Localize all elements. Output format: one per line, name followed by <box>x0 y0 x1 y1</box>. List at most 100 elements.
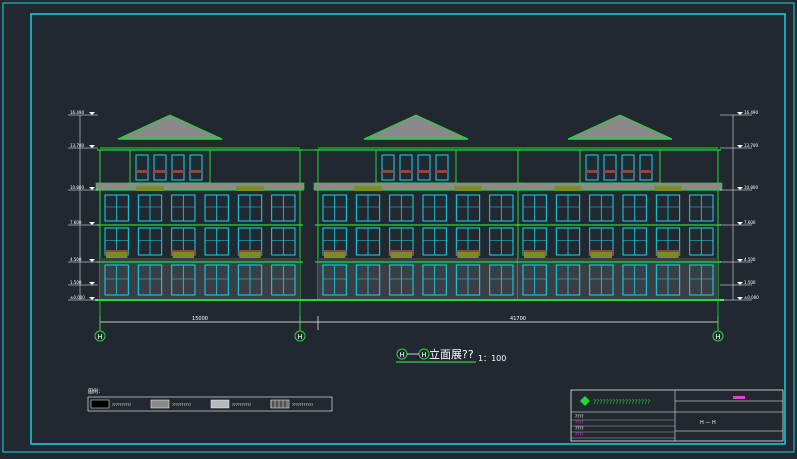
elev-marker-icon <box>737 187 743 190</box>
planter <box>390 252 412 258</box>
legend-label: ?????????? <box>112 403 131 407</box>
attic-panel <box>640 170 652 173</box>
elev-label-left: 13.700 <box>70 143 84 148</box>
planter <box>236 186 264 191</box>
attic-panel <box>586 170 598 173</box>
planter <box>590 252 612 258</box>
planter <box>136 186 164 191</box>
planter <box>657 252 679 258</box>
building-elevation: 16.490 13.700 10.800 7.600 4.500 1.500 ±0.000 1… <box>68 110 759 301</box>
elev-marker-icon <box>89 187 95 190</box>
planter <box>554 186 582 191</box>
bottom-dimension: 15000 41700 <box>99 316 719 330</box>
tb-row-text: ???? <box>575 414 584 419</box>
elev-marker-icon <box>89 145 95 148</box>
legend-title: 图例： <box>88 388 103 395</box>
ground-masonry <box>318 258 518 300</box>
attic-panel <box>382 170 394 173</box>
elev-marker-icon <box>89 297 95 300</box>
company-name: ?????????????????? <box>593 399 650 406</box>
attic-window <box>585 154 599 181</box>
elev-label-right: 10.800 <box>744 185 758 190</box>
attic-panel <box>604 170 616 173</box>
dim-left-total: 15000 <box>192 316 208 322</box>
legend-swatch <box>90 399 110 409</box>
axis-label-right: H <box>715 333 720 341</box>
planter <box>354 186 382 191</box>
attic-window <box>189 154 203 181</box>
legend: 图例： ????????????????????????????????????… <box>87 388 333 412</box>
title-block: ?????????????????? H — H ???????????????… <box>570 389 784 442</box>
building-unit-2 <box>313 114 523 301</box>
ground-masonry <box>100 258 300 300</box>
tb-row-text: ???? <box>575 426 584 431</box>
attic-panel <box>190 170 202 173</box>
elev-label-left: 16.490 <box>70 110 84 115</box>
inner-frame <box>30 13 786 445</box>
attic-panel <box>400 170 412 173</box>
attic-panel <box>418 170 430 173</box>
drawing-number: H — H <box>700 420 716 426</box>
ground-masonry <box>518 258 718 300</box>
magenta-mark <box>733 396 745 399</box>
gable-roof <box>117 114 223 140</box>
attic-window <box>171 154 185 181</box>
tb-row-text: ???? <box>575 432 584 437</box>
elev-marker-icon <box>89 259 95 262</box>
attic-window <box>639 154 653 181</box>
axis-markers: H H H <box>94 300 724 342</box>
title-scale: 1：100 <box>478 354 506 363</box>
elev-label-left: ±0.000 <box>70 295 85 300</box>
attic-window <box>399 154 413 181</box>
planter <box>457 252 479 258</box>
attic-panel <box>436 170 448 173</box>
attic-window <box>381 154 395 181</box>
attic-panel <box>154 170 166 173</box>
legend-label: ??????????? <box>292 403 313 407</box>
attic-window <box>621 154 635 181</box>
planter <box>106 252 128 258</box>
attic-panel <box>136 170 148 173</box>
elev-label-right: 4.500 <box>744 257 756 262</box>
legend-swatch <box>210 399 230 409</box>
elev-marker-icon <box>737 222 743 225</box>
elev-label-right: 1.500 <box>744 280 756 285</box>
axis-label-left: H <box>97 333 102 341</box>
planter <box>239 252 261 258</box>
attic-panel <box>172 170 184 173</box>
building-unit-1 <box>95 114 305 301</box>
axis-label-mid: H <box>297 333 302 341</box>
elev-label-right: 16.490 <box>744 110 758 115</box>
building-unit-3 <box>513 114 723 301</box>
planter <box>524 252 546 258</box>
title-prefix: H <box>399 351 404 359</box>
planter <box>324 252 346 258</box>
title-suffix: H <box>421 351 426 359</box>
gable-roof <box>567 114 673 140</box>
attic-window <box>603 154 617 181</box>
legend-swatch <box>150 399 170 409</box>
drawing-title: H H 立面展?? 1：100 <box>396 347 506 363</box>
tb-row-text: ???? <box>575 420 584 425</box>
dim-right-total: 41700 <box>510 316 526 322</box>
elev-marker-icon <box>737 259 743 262</box>
elev-label-left: 10.800 <box>70 185 84 190</box>
elev-marker-icon <box>737 297 743 300</box>
gable-roof <box>363 114 469 140</box>
attic-panel <box>622 170 634 173</box>
elev-marker-icon <box>89 282 95 285</box>
elev-marker-icon <box>737 145 743 148</box>
planter <box>454 186 482 191</box>
drawing-canvas: 16.490 13.700 10.800 7.600 4.500 1.500 ±0.000 1… <box>0 0 797 455</box>
legend-label: ?????????? <box>232 403 251 407</box>
company-logo-icon <box>580 396 590 406</box>
attic-window <box>153 154 167 181</box>
legend-label: ?????????? <box>172 403 191 407</box>
eave-band <box>95 182 305 191</box>
eave-band <box>513 182 723 191</box>
planter <box>654 186 682 191</box>
planter <box>172 252 194 258</box>
elev-marker-icon <box>89 112 95 115</box>
title-text: 立面展?? <box>429 347 474 361</box>
elev-marker-icon <box>737 112 743 115</box>
